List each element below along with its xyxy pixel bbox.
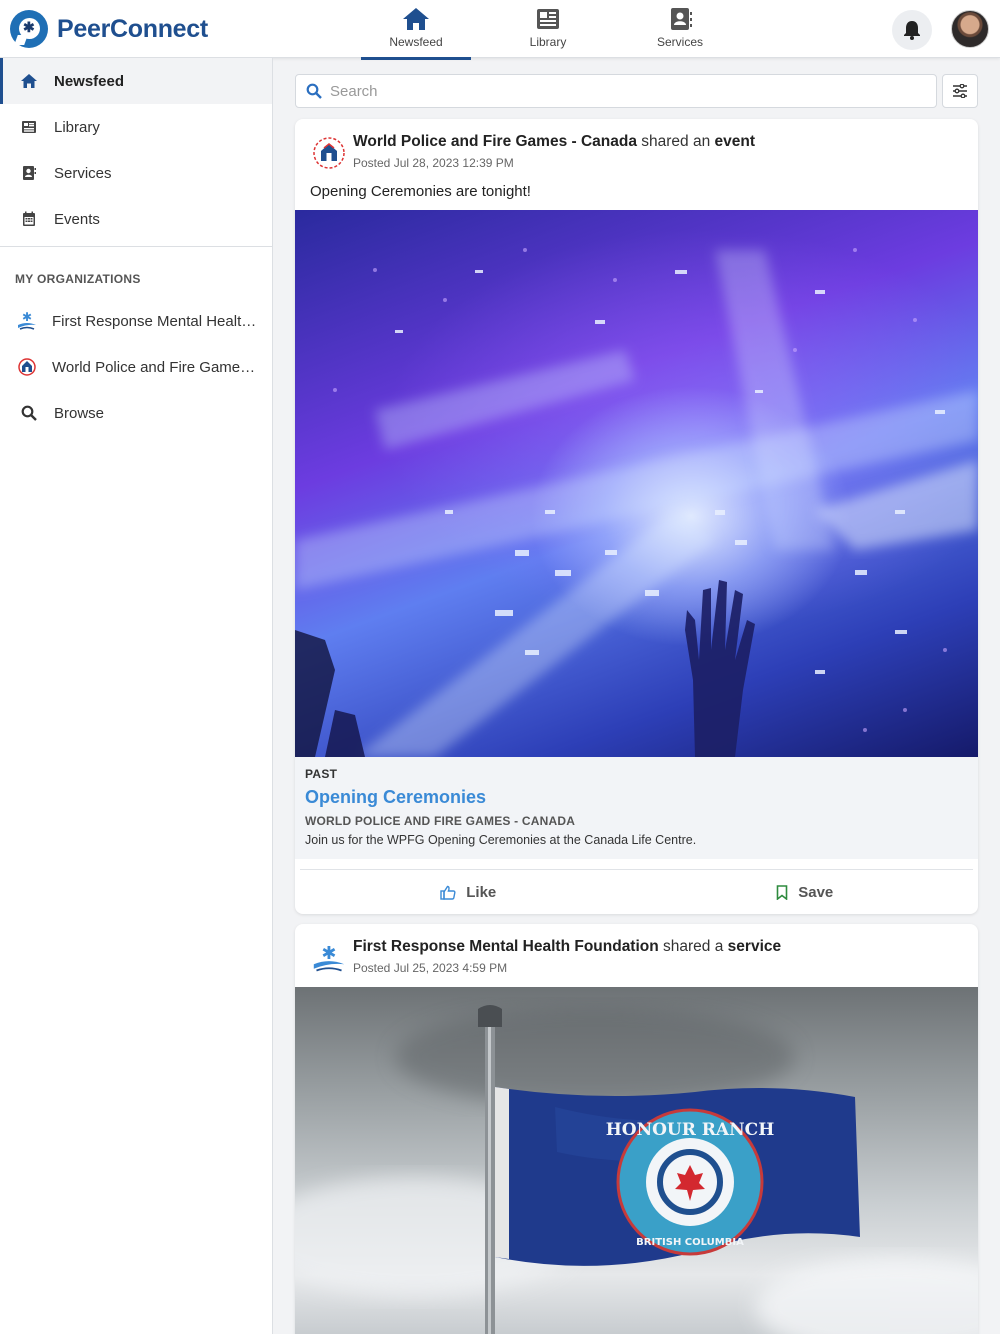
bell-icon — [904, 21, 920, 40]
post-action-text: shared an — [641, 133, 711, 150]
event-org-name: WORLD POLICE AND FIRE GAMES - CANADA — [305, 814, 576, 828]
honour-ranch-flag-photo[interactable]: HONOUR RANCH BRITISH COLUMBIA — [295, 987, 978, 1334]
sidebar-item-newsfeed[interactable]: Newsfeed — [0, 58, 272, 104]
post-header: ✱ First Response Mental Health Foundatio… — [295, 924, 978, 984]
contact-book-icon — [671, 8, 692, 30]
sidebar-item-label: Events — [54, 210, 100, 228]
post-object-type: service — [727, 938, 782, 955]
search-icon — [20, 404, 38, 422]
topnav-services[interactable]: Services — [614, 0, 746, 58]
post-timestamp: Posted Jul 28, 2023 12:39 PM — [353, 156, 514, 170]
thumbs-up-icon — [440, 885, 456, 900]
bookmark-icon — [776, 884, 788, 900]
svg-text:✱: ✱ — [22, 310, 32, 324]
topnav-newsfeed[interactable]: Newsfeed — [350, 0, 482, 60]
sidebar-org-label: World Police and Fire Games - Canada — [52, 358, 262, 376]
sidebar-item-label: Newsfeed — [54, 72, 125, 90]
event-details[interactable]: PAST Opening Ceremonies WORLD POLICE AND… — [295, 757, 978, 859]
topnav-library[interactable]: Library — [482, 0, 614, 58]
sidebar-item-library[interactable]: Library — [0, 104, 272, 150]
frmhf-logo-icon[interactable]: ✱ — [312, 941, 346, 975]
sidebar-org-frmhf[interactable]: ✱ First Response Mental Health Foundatio… — [0, 298, 272, 344]
save-label: Save — [798, 883, 834, 901]
sidebar-item-label: Browse — [54, 404, 105, 422]
post-timestamp: Posted Jul 25, 2023 4:59 PM — [353, 961, 508, 975]
sliders-icon — [953, 84, 967, 98]
frmhf-logo-icon: ✱ — [16, 310, 38, 332]
event-status-badge: PAST — [305, 767, 338, 781]
concert-confetti-photo[interactable] — [295, 210, 978, 757]
post-card: ✱ First Response Mental Health Foundatio… — [295, 924, 978, 1334]
event-description: Join us for the WPFG Opening Ceremonies … — [305, 833, 697, 847]
home-icon — [403, 8, 429, 30]
flag-top-text: HONOUR RANCH — [606, 1120, 775, 1140]
sidebar-item-label: Library — [54, 118, 100, 136]
sidebar-item-events[interactable]: Events — [0, 196, 272, 242]
topnav-label: Services — [656, 35, 703, 49]
search-input[interactable] — [330, 82, 910, 100]
filter-button[interactable] — [942, 74, 978, 108]
my-organizations-heading: MY ORGANIZATIONS — [15, 272, 141, 286]
sidebar-org-wpfg[interactable]: World Police and Fire Games - Canada — [0, 344, 272, 390]
post-object-type: event — [714, 133, 756, 150]
post-card: World Police and Fire Games - Canada sha… — [295, 119, 978, 914]
newspaper-icon — [20, 118, 38, 136]
top-nav: Newsfeed Library Services — [350, 0, 746, 60]
user-avatar[interactable] — [951, 10, 989, 48]
flag-bottom-text: BRITISH COLUMBIA — [636, 1237, 744, 1248]
newspaper-icon — [537, 9, 559, 29]
sidebar-item-services[interactable]: Services — [0, 150, 272, 196]
sidebar-item-label: Services — [54, 164, 112, 182]
app-name: PeerConnect — [57, 14, 208, 43]
contact-book-icon — [20, 164, 38, 182]
search-icon — [306, 83, 322, 99]
post-byline: First Response Mental Health Foundation … — [353, 938, 781, 956]
post-header: World Police and Fire Games - Canada sha… — [295, 119, 978, 179]
sidebar: Newsfeed Library Services Events MY ORGA… — [0, 58, 273, 1334]
post-org-name[interactable]: World Police and Fire Games - Canada — [353, 133, 637, 150]
post-action-text: shared a — [663, 938, 724, 955]
post-actions: Like Save — [300, 869, 973, 914]
topnav-label: Newsfeed — [389, 35, 443, 49]
post-org-name[interactable]: First Response Mental Health Foundation — [353, 938, 659, 955]
event-title-link[interactable]: Opening Ceremonies — [305, 787, 978, 808]
post-text: Opening Ceremonies are tonight! — [310, 183, 531, 200]
sidebar-item-browse[interactable]: Browse — [0, 390, 272, 436]
notifications-button[interactable] — [892, 10, 932, 50]
save-button[interactable]: Save — [637, 870, 974, 914]
app-logo[interactable]: ✱ PeerConnect — [10, 10, 208, 48]
like-label: Like — [466, 883, 497, 901]
sidebar-org-label: First Response Mental Health Foundation — [52, 312, 262, 330]
like-button[interactable]: Like — [300, 870, 637, 914]
wpfg-logo-icon[interactable] — [312, 136, 346, 170]
home-icon — [20, 72, 38, 90]
peerconnect-logo-icon: ✱ — [10, 10, 48, 48]
svg-text:✱: ✱ — [322, 943, 337, 964]
search-bar — [295, 74, 937, 108]
wpfg-logo-icon — [16, 356, 38, 378]
post-byline: World Police and Fire Games - Canada sha… — [353, 133, 755, 151]
topnav-label: Library — [529, 35, 567, 49]
calendar-icon — [20, 210, 38, 228]
top-bar: ✱ PeerConnect Newsfeed Library Services — [0, 0, 1000, 60]
